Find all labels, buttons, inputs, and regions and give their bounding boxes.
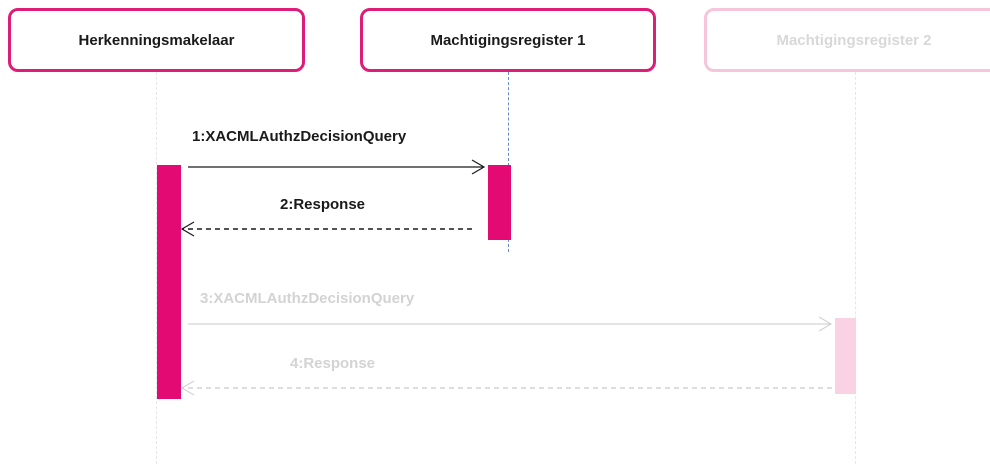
message-4-label: 4:Response: [290, 355, 376, 372]
message-arrows: [180, 159, 833, 396]
message-1-label: 1:XACMLAuthzDecisionQuery: [192, 128, 407, 145]
message-2-label: 2:Response: [280, 196, 366, 213]
message-3-label: 3:XACMLAuthzDecisionQuery: [200, 290, 415, 307]
